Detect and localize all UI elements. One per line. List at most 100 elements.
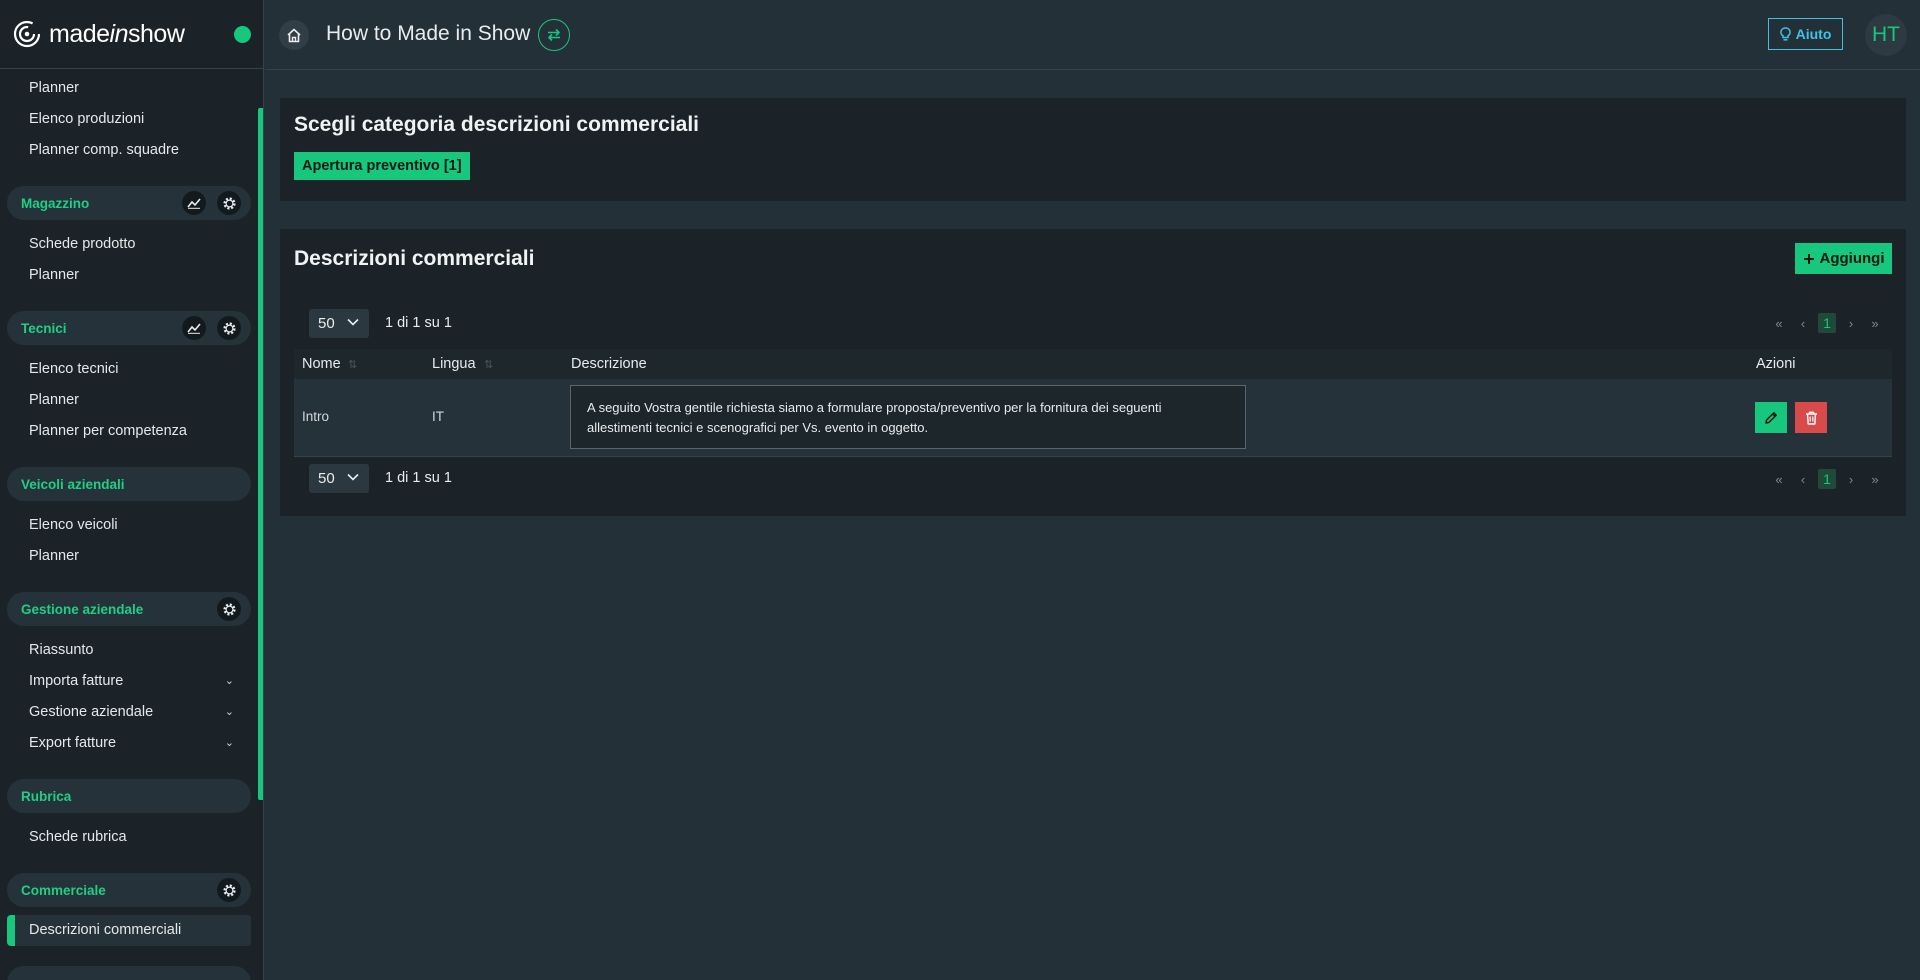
sidebar-item-planner[interactable]: Planner (29, 78, 234, 98)
home-icon (287, 28, 301, 42)
logo-text-show: show (128, 19, 185, 48)
gear-icon[interactable] (217, 191, 241, 215)
sidebar-item-planner-tecnici[interactable]: Planner (29, 390, 234, 410)
prev-page-icon[interactable]: ‹ (1791, 467, 1815, 491)
logo-text-in: in (109, 19, 129, 48)
descriptions-card-title: Descrizioni commerciali (294, 247, 535, 270)
edit-button[interactable] (1755, 402, 1787, 433)
sidebar-item-descrizioni-commerciali[interactable]: Descrizioni commerciali (29, 920, 234, 940)
sidebar-item-label: Importa fatture (29, 673, 124, 689)
sidebar-item-export-fatture[interactable]: Export fatture ⌄ (29, 733, 234, 753)
gear-icon[interactable] (217, 597, 241, 621)
online-status-dot (234, 26, 251, 43)
page-number[interactable]: 1 (1818, 313, 1836, 333)
section-veicoli-aziendali[interactable]: Veicoli aziendali (7, 467, 251, 501)
pagination: « ‹ 1 › » (1767, 467, 1887, 491)
chevron-down-icon: ⌄ (224, 675, 234, 687)
sidebar-item-importa-fatture[interactable]: Importa fatture ⌄ (29, 671, 234, 691)
first-page-icon[interactable]: « (1767, 311, 1791, 335)
swap-arrows-icon (548, 28, 560, 42)
delete-button[interactable] (1795, 402, 1827, 433)
lightbulb-icon (1779, 26, 1791, 41)
logo-text: madeinshow (49, 19, 185, 49)
sidebar-item-riassunto[interactable]: Riassunto (29, 640, 234, 660)
cell-lingua: IT (432, 409, 444, 424)
chart-icon[interactable] (182, 191, 206, 215)
section-gestione-aziendale[interactable]: Gestione aziendale (7, 592, 251, 626)
plus-icon (1803, 253, 1814, 264)
sidebar-item-elenco-tecnici[interactable]: Elenco tecnici (29, 359, 234, 379)
category-chip-apertura-preventivo[interactable]: Apertura preventivo [1] (294, 152, 470, 180)
last-page-icon[interactable]: » (1863, 311, 1887, 335)
first-page-icon[interactable]: « (1767, 467, 1791, 491)
sidebar-item-elenco-produzioni[interactable]: Elenco produzioni (29, 109, 234, 129)
page-size-select[interactable]: 50 (309, 309, 369, 338)
chart-icon[interactable] (182, 316, 206, 340)
category-card: Scegli categoria descrizioni commerciali… (280, 98, 1906, 201)
column-header-lingua[interactable]: Lingua (432, 356, 476, 372)
top-bar: How to Made in Show Aiuto HT (265, 0, 1920, 70)
pagination: « ‹ 1 › » (1767, 311, 1887, 335)
table-row[interactable]: Intro IT A seguito Vostra gentile richie… (294, 379, 1892, 457)
page-number[interactable]: 1 (1818, 469, 1836, 489)
page-size-value: 50 (318, 470, 335, 487)
logo[interactable]: madeinshow (0, 0, 263, 69)
sidebar-item-planner-veicoli[interactable]: Planner (29, 546, 234, 566)
add-label: Aggiungi (1819, 250, 1885, 267)
section-magazzino[interactable]: Magazzino (7, 186, 251, 220)
sidebar-item-planner-magazzino[interactable]: Planner (29, 265, 234, 285)
help-button[interactable]: Aiuto (1768, 18, 1843, 50)
sidebar: madeinshow Planner Elenco produzioni Pla… (0, 0, 264, 980)
gear-icon[interactable] (217, 878, 241, 902)
page-title: How to Made in Show (326, 22, 531, 45)
trash-icon (1805, 411, 1817, 425)
column-header-azioni: Azioni (1756, 356, 1796, 372)
sidebar-scrollbar[interactable] (258, 108, 263, 800)
user-avatar[interactable]: HT (1865, 14, 1907, 56)
descriptions-card: Descrizioni commerciali Aggiungi 50 1 di… (280, 229, 1906, 516)
column-header-nome[interactable]: Nome (302, 356, 341, 372)
sidebar-item-planner-comp-squadre[interactable]: Planner comp. squadre (29, 140, 234, 160)
sidebar-item-elenco-veicoli[interactable]: Elenco veicoli (29, 515, 234, 535)
sort-icon[interactable]: ⇅ (484, 358, 493, 371)
sidebar-item-gestione-aziendale[interactable]: Gestione aziendale ⌄ (29, 702, 234, 722)
section-next-partial[interactable] (7, 966, 251, 980)
section-commerciale[interactable]: Commerciale (7, 873, 251, 907)
page-size-value: 50 (318, 315, 335, 332)
prev-page-icon[interactable]: ‹ (1791, 311, 1815, 335)
results-count: 1 di 1 su 1 (385, 470, 452, 486)
page-size-select[interactable]: 50 (309, 464, 369, 493)
section-rubrica[interactable]: Rubrica (7, 779, 251, 813)
chevron-down-icon: ⌄ (224, 706, 234, 718)
home-button[interactable] (279, 20, 309, 50)
next-page-icon[interactable]: › (1839, 467, 1863, 491)
last-page-icon[interactable]: » (1863, 467, 1887, 491)
logo-text-made: made (49, 19, 110, 48)
gear-icon[interactable] (217, 316, 241, 340)
help-label: Aiuto (1795, 26, 1832, 42)
chevron-down-icon (347, 318, 359, 326)
add-button[interactable]: Aggiungi (1795, 243, 1892, 274)
chevron-down-icon (347, 473, 359, 481)
sidebar-active-indicator (7, 915, 15, 946)
section-rubrica-label: Rubrica (21, 788, 72, 804)
logo-icon (13, 20, 41, 48)
section-commerciale-label: Commerciale (21, 882, 106, 898)
cell-nome: Intro (302, 409, 330, 424)
sidebar-item-schede-prodotto[interactable]: Schede prodotto (29, 234, 234, 254)
category-card-title: Scegli categoria descrizioni commerciali (294, 113, 699, 136)
section-veicoli-label: Veicoli aziendali (21, 476, 125, 492)
column-header-descrizione: Descrizione (571, 356, 647, 372)
section-magazzino-label: Magazzino (21, 195, 90, 211)
sidebar-item-planner-per-competenza[interactable]: Planner per competenza (29, 421, 234, 441)
cell-descrizione: A seguito Vostra gentile richiesta siamo… (570, 385, 1246, 449)
switch-company-button[interactable] (538, 19, 570, 51)
section-tecnici[interactable]: Tecnici (7, 311, 251, 345)
next-page-icon[interactable]: › (1839, 311, 1863, 335)
table-header: Nome ⇅ Lingua ⇅ Descrizione Azioni (294, 349, 1892, 379)
section-gestione-label: Gestione aziendale (21, 601, 144, 617)
sidebar-item-label: Export fatture (29, 735, 117, 751)
sort-icon[interactable]: ⇅ (348, 358, 357, 371)
sidebar-item-schede-rubrica[interactable]: Schede rubrica (29, 827, 234, 847)
results-count: 1 di 1 su 1 (385, 315, 452, 331)
